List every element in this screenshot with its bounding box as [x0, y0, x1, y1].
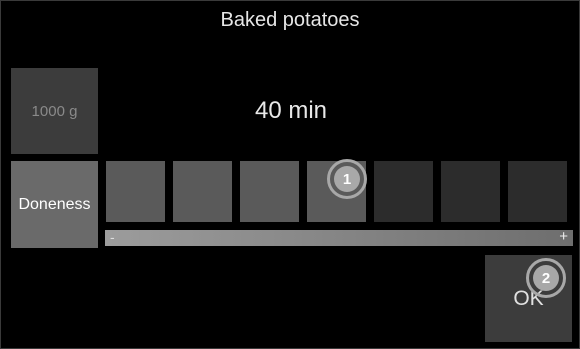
oven-screen: Baked potatoes 1000 g 40 min Doneness - … [0, 0, 580, 349]
weight-label: 1000 g [31, 102, 78, 120]
cooking-time: 40 min [254, 97, 328, 124]
doneness-segment-6[interactable] [441, 161, 500, 222]
callout-marker-2: 2 [526, 258, 566, 298]
doneness-button[interactable]: Doneness [11, 161, 98, 248]
doneness-label: Doneness [18, 195, 91, 213]
doneness-segment-2[interactable] [173, 161, 232, 222]
plus-icon[interactable]: + [559, 228, 568, 245]
doneness-slider[interactable]: - + [105, 228, 573, 246]
doneness-segment-3[interactable] [240, 161, 299, 222]
callout-number: 1 [334, 166, 360, 192]
doneness-segment-7[interactable] [508, 161, 567, 222]
callout-number: 2 [533, 265, 559, 291]
page-title: Baked potatoes [220, 9, 360, 31]
callout-marker-1: 1 [327, 159, 367, 199]
doneness-segment-1[interactable] [106, 161, 165, 222]
doneness-segment-5[interactable] [374, 161, 433, 222]
weight-button[interactable]: 1000 g [11, 68, 98, 154]
minus-icon[interactable]: - [110, 229, 115, 245]
